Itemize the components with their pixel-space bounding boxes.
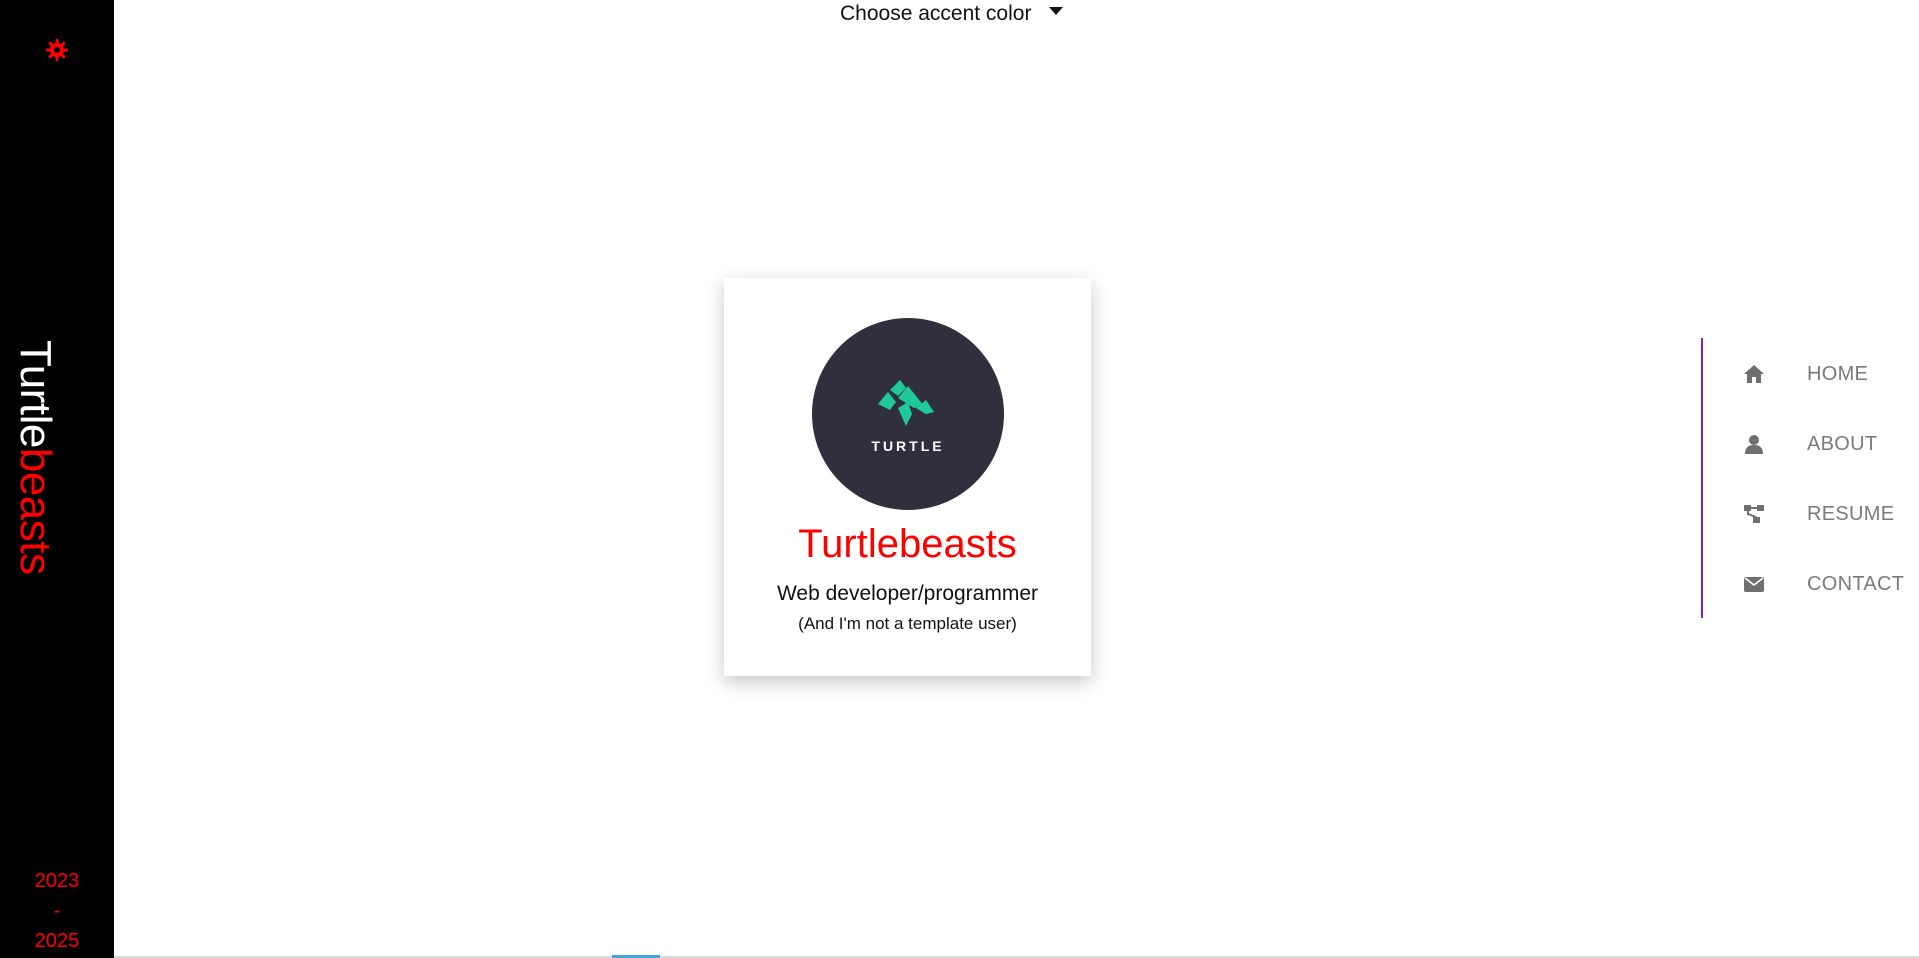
nav-item-resume[interactable]: RESUME	[1703, 492, 1919, 536]
gear-icon[interactable]	[45, 38, 69, 62]
sidebar-brand: Turtlebeasts	[11, 340, 60, 575]
sitemap-icon	[1743, 503, 1765, 525]
year-start: 2023	[34, 870, 80, 892]
nav-item-home[interactable]: HOME	[1703, 352, 1919, 396]
nav-item-contact[interactable]: CONTACT	[1703, 562, 1919, 606]
brand-part-turtle: Turtle	[11, 340, 60, 448]
brand-part-beasts: beasts	[11, 447, 60, 575]
user-icon	[1743, 433, 1765, 455]
sidebar: Turtlebeasts 2023 - 2025	[0, 0, 114, 958]
nav-label-resume: RESUME	[1807, 502, 1895, 525]
nav-item-about[interactable]: ABOUT	[1703, 422, 1919, 466]
copyright-years: 2023 - 2025	[0, 866, 114, 956]
envelope-icon	[1743, 573, 1765, 595]
nav-label-home: HOME	[1807, 362, 1869, 385]
caret-down-icon	[1049, 7, 1064, 15]
accent-color-dropdown[interactable]: Choose accent color	[840, 0, 1064, 28]
logo-text: TURTLE	[871, 438, 945, 454]
nav-label-about: ABOUT	[1807, 432, 1878, 455]
profile-role: Web developer/programmer	[776, 582, 1039, 605]
side-nav: HOME ABOUT RESUME CONTACT	[1701, 338, 1919, 618]
turtle-logo-icon	[878, 380, 934, 426]
nav-label-contact: CONTACT	[1807, 572, 1905, 595]
profile-card: TURTLE Turtlebeasts Web developer/progra…	[724, 278, 1091, 676]
accent-color-label: Choose accent color	[840, 2, 1032, 25]
year-separator: -	[53, 900, 61, 922]
profile-tagline: (And I'm not a template user)	[798, 614, 1017, 633]
home-icon	[1743, 363, 1765, 385]
avatar: TURTLE	[812, 318, 1004, 510]
year-end: 2025	[34, 930, 80, 952]
profile-name: Turtlebeasts	[798, 522, 1017, 566]
